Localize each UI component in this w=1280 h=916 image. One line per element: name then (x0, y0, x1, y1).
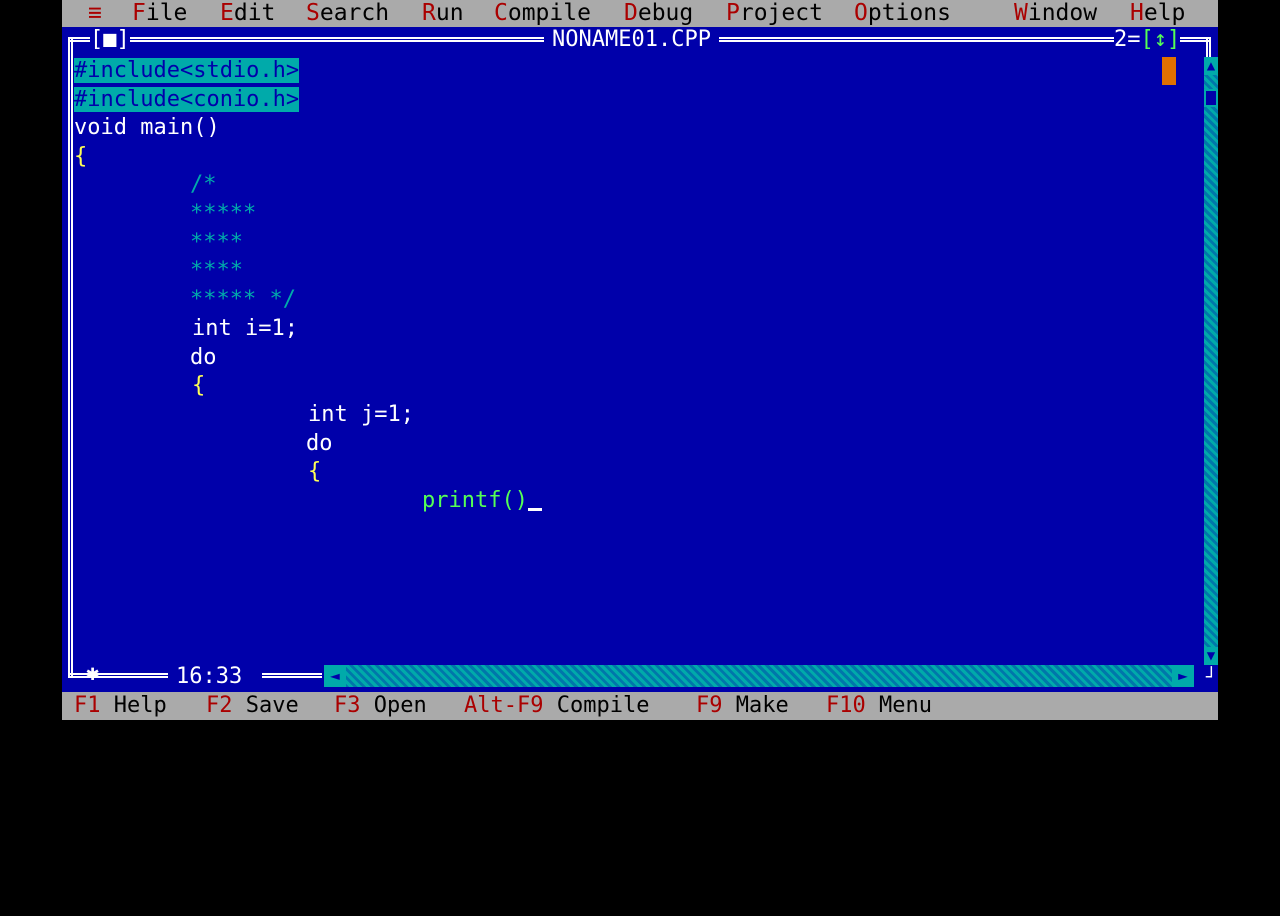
menu-label: elp (1143, 0, 1186, 26)
menu-hotkey: S (306, 0, 320, 26)
menu-hotkey: F (132, 0, 146, 26)
code-editor[interactable]: #include<stdio.h> #include<conio.h> void… (74, 57, 1192, 667)
menu-window[interactable]: Window (1014, 0, 1097, 27)
resize-corner-icon[interactable]: ┘ (1206, 667, 1217, 688)
status-key: F2 (206, 693, 233, 718)
menu-label: ebug (637, 0, 694, 26)
status-make[interactable]: F9 Make (696, 692, 789, 720)
menu-run[interactable]: Run (422, 0, 464, 27)
menu-label: indow (1027, 0, 1098, 26)
window-zoom-separator: = (1127, 27, 1141, 52)
menu-label: ile (145, 0, 188, 26)
window-frame-right (1206, 37, 1211, 59)
vertical-scrollbar[interactable] (1204, 57, 1218, 665)
code-line: printf() (422, 487, 542, 515)
menu-search[interactable]: Search (306, 0, 389, 27)
code-line: do (306, 431, 333, 456)
selected-text: #include<conio.h> (74, 87, 300, 112)
menu-project[interactable]: Project (726, 0, 823, 27)
status-label: Compile (543, 693, 650, 718)
code-comment: ***** (190, 201, 257, 226)
status-label: Save (232, 693, 299, 718)
menu-hotkey: P (726, 0, 740, 26)
horizontal-scrollbar[interactable] (324, 665, 1184, 687)
menu-help[interactable]: Help (1130, 0, 1185, 27)
menu-hotkey: D (624, 0, 638, 26)
close-box-button[interactable]: [■] (90, 28, 130, 52)
status-help[interactable]: F1 Help (74, 692, 167, 720)
menu-options[interactable]: Options (854, 0, 951, 27)
status-label: Menu (865, 693, 932, 718)
status-label: Make (722, 693, 789, 718)
status-menu[interactable]: F10 Menu (826, 692, 932, 720)
menu-edit[interactable]: Edit (220, 0, 275, 27)
bookmark-marker (1162, 57, 1176, 85)
menu-file[interactable]: File (132, 0, 187, 27)
code-comment: ***** */ (190, 287, 296, 312)
system-menu-icon[interactable]: ≡ (88, 0, 102, 27)
status-compile[interactable]: Alt-F9 Compile (464, 692, 649, 720)
menu-hotkey: E (220, 0, 234, 26)
editor-window: [■] NONAME01.CPP 2=[↕] #include<stdio.h>… (62, 27, 1218, 692)
scroll-left-arrow-icon[interactable]: ◄ (324, 665, 346, 687)
zoom-icon: [↕] (1140, 27, 1181, 52)
code-line: int j=1; (308, 402, 414, 427)
menu-compile[interactable]: Compile (494, 0, 591, 27)
status-key: F1 (74, 693, 101, 718)
window-frame-left (68, 37, 73, 677)
code-line: int i=1; (192, 316, 298, 341)
code-comment: /* (190, 172, 217, 197)
code-function-call: printf() (422, 488, 528, 513)
menu-hotkey: W (1014, 0, 1028, 26)
cursor-position-indicator: 16:33 (170, 664, 249, 690)
status-key: Alt-F9 (464, 693, 544, 718)
menu-label: un (435, 0, 464, 26)
status-label: Open (360, 693, 427, 718)
menu-label: ptions (867, 0, 951, 26)
zoom-box-button[interactable]: 2=[↕] (1114, 27, 1181, 52)
code-line: { (74, 144, 88, 169)
code-line: void main() (74, 115, 220, 140)
window-frame-bottom (68, 673, 168, 678)
window-title: NONAME01.CPP (544, 27, 719, 53)
code-line: do (190, 345, 217, 370)
code-line: { (308, 459, 322, 484)
scroll-up-arrow-icon[interactable]: ▲ (1204, 57, 1218, 75)
status-bar: F1 Help F2 Save F3 Open Alt-F9 Compile F… (62, 692, 1218, 720)
menu-hotkey: R (422, 0, 436, 26)
code-line: #include<stdio.h> (74, 57, 300, 85)
scroll-right-arrow-icon[interactable]: ► (1172, 665, 1194, 687)
menu-label: dit (233, 0, 276, 26)
status-open[interactable]: F3 Open (334, 692, 427, 720)
menu-bar: ≡ File Edit Search Run Compile Debug Pro… (62, 0, 1218, 27)
scroll-down-arrow-icon[interactable]: ▼ (1204, 647, 1218, 665)
modified-indicator-icon: ✱ (86, 661, 100, 686)
window-number: 2 (1114, 27, 1128, 52)
turbo-cpp-screen: ≡ File Edit Search Run Compile Debug Pro… (62, 0, 1218, 720)
text-cursor (527, 508, 542, 511)
menu-label: earch (319, 0, 390, 26)
status-save[interactable]: F2 Save (206, 692, 299, 720)
vertical-scroll-thumb[interactable] (1204, 89, 1218, 107)
menu-label: roject (739, 0, 823, 26)
status-label: Help (100, 693, 167, 718)
close-icon: [■] (90, 27, 130, 52)
menu-debug[interactable]: Debug (624, 0, 693, 27)
window-frame-bottom (262, 673, 322, 678)
menu-hotkey: O (854, 0, 868, 26)
code-comment: **** (190, 230, 243, 255)
menu-label: ompile (507, 0, 591, 26)
code-line: { (192, 373, 206, 398)
menu-hotkey: C (494, 0, 508, 26)
code-line: #include<conio.h> (74, 86, 300, 114)
status-key: F3 (334, 693, 361, 718)
menu-hotkey: H (1130, 0, 1144, 26)
status-key: F10 (826, 693, 866, 718)
code-comment: **** (190, 258, 243, 283)
status-key: F9 (696, 693, 723, 718)
selected-text: #include<stdio.h> (74, 58, 300, 83)
